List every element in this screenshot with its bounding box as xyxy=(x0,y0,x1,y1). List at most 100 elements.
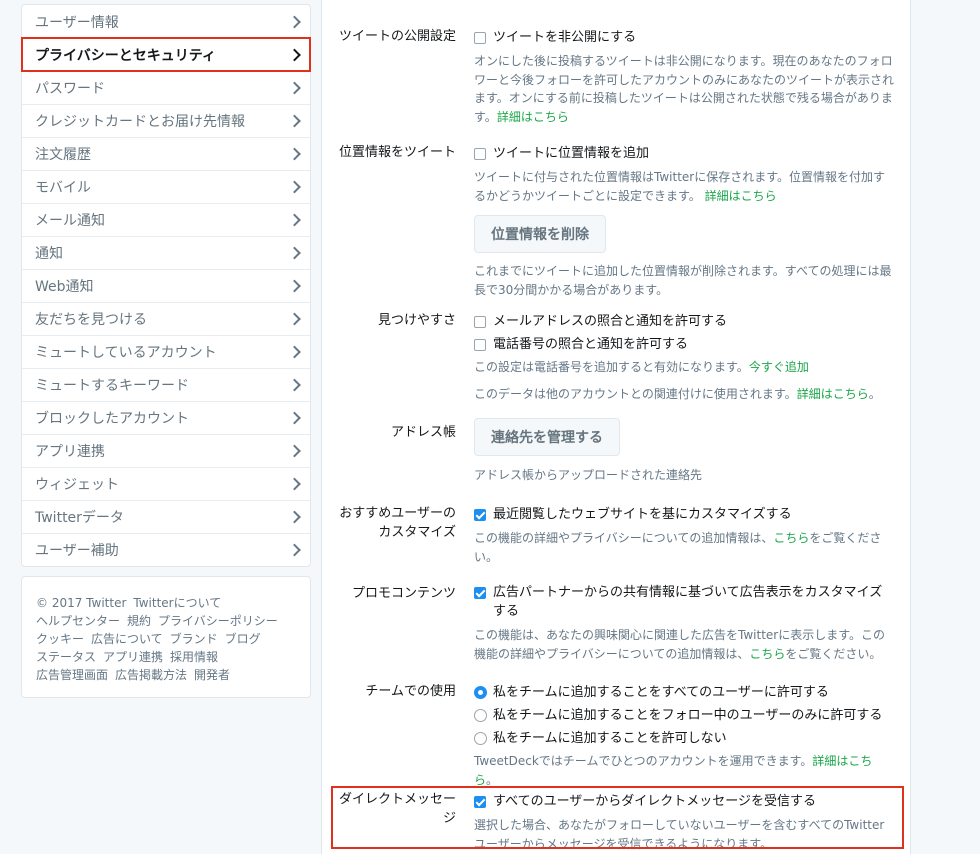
sidebar-item-muted-keywords[interactable]: ミュートするキーワード xyxy=(22,368,310,401)
sidebar-item-account[interactable]: ユーザー情報 xyxy=(22,5,310,38)
teams-all-option[interactable]: 私をチームに追加することをすべてのユーザーに許可する xyxy=(474,681,894,704)
sidebar-item-blocked-accounts[interactable]: ブロックしたアカウント xyxy=(22,401,310,434)
chevron-right-icon xyxy=(288,378,301,392)
help-body: この機能の詳細やプライバシーについての追加情報は、 xyxy=(474,531,774,545)
chevron-right-icon xyxy=(288,345,301,359)
chevron-right-icon xyxy=(288,411,301,425)
option-label: ツイートに位置情報を追加 xyxy=(493,146,650,161)
protect-tweets-checkbox[interactable] xyxy=(474,31,486,44)
sidebar-item-email-notifications[interactable]: メール通知 xyxy=(22,203,310,236)
sidebar-item-twitter-data[interactable]: Twitterデータ xyxy=(22,500,310,533)
phone-discoverability-option[interactable]: 電話番号の照合と通知を許可する xyxy=(474,333,894,356)
email-discoverability-checkbox[interactable] xyxy=(474,315,486,328)
personalize-checkbox[interactable] xyxy=(474,508,486,521)
chevron-right-icon xyxy=(288,312,301,326)
manage-contacts-button[interactable]: 連絡先を管理する xyxy=(474,418,620,456)
sidebar-item-label: メール通知 xyxy=(35,213,105,229)
chevron-right-icon xyxy=(288,15,301,28)
sidebar-item-label: ブロックしたアカウント xyxy=(35,411,189,427)
sidebar-item-mobile[interactable]: モバイル xyxy=(22,170,310,203)
footer-link-jobs[interactable]: 採用情報 xyxy=(170,650,218,664)
learn-more-link[interactable]: 詳細はこちら xyxy=(497,110,569,124)
add-location-checkbox[interactable] xyxy=(474,147,486,160)
chevron-right-icon xyxy=(288,180,301,194)
sidebar-item-web-notifications[interactable]: Web通知 xyxy=(22,269,310,302)
footer-link-ads-info[interactable]: 広告について xyxy=(91,632,163,646)
promoted-option[interactable]: 広告パートナーからの共有情報に基づいて広告表示をカスタマイズする xyxy=(474,583,894,621)
phone-discoverability-checkbox[interactable] xyxy=(474,338,486,351)
footer-link-blog[interactable]: ブログ xyxy=(225,632,261,646)
sidebar-item-label: モバイル xyxy=(35,180,91,196)
teams-none-option[interactable]: 私をチームに追加することを許可しない xyxy=(474,727,894,750)
sidebar-item-label: 友だちを見つける xyxy=(35,312,147,328)
help-body: この設定は電話番号を追加すると有効になります。 xyxy=(474,360,749,374)
footer-link-terms[interactable]: 規約 xyxy=(127,614,151,628)
chevron-right-icon xyxy=(288,48,301,62)
teams-following-radio[interactable] xyxy=(474,709,487,722)
teams-all-radio[interactable] xyxy=(474,686,487,699)
chevron-right-icon xyxy=(288,279,301,293)
section-label: アドレス帳 xyxy=(390,425,456,440)
learn-more-link[interactable]: こちら xyxy=(773,531,809,545)
help-body: TweetDeckではチームでひとつのアカウントを運用できます。 xyxy=(474,754,813,768)
sidebar-item-label: Web通知 xyxy=(35,279,94,295)
add-phone-link[interactable]: 今すぐ追加 xyxy=(749,360,809,374)
footer-link-advertise[interactable]: 広告掲載方法 xyxy=(115,668,187,682)
sidebar-item-label: アプリ連携 xyxy=(35,444,105,460)
sidebar-item-order-history[interactable]: 注文履歴 xyxy=(22,137,310,170)
footer-link-status[interactable]: ステータス xyxy=(36,650,96,664)
section-label: チームでの使用 xyxy=(365,684,456,699)
help-text: TweetDeckではチームでひとつのアカウントを運用できます。詳細はこちら。 xyxy=(474,754,873,787)
sidebar-item-widgets[interactable]: ウィジェット xyxy=(22,467,310,500)
help-text: 選択した場合、あなたがフォローしていないユーザーを含むすべてのTwitterユー… xyxy=(474,818,885,851)
section-label: プロモコンテンツ xyxy=(351,586,456,601)
sidebar-item-payments[interactable]: クレジットカードとお届け先情報 xyxy=(22,104,310,137)
help-text: このデータは他のアカウントとの関連付けに使用されます。詳細はこちら。 xyxy=(474,386,881,401)
section-label: ツイートの公開設定 xyxy=(338,29,456,44)
teams-none-radio[interactable] xyxy=(474,732,487,745)
dm-all-option[interactable]: すべてのユーザーからダイレクトメッセージを受信する xyxy=(474,790,894,813)
sidebar-item-label: ミュートするキーワード xyxy=(35,378,189,394)
sidebar-item-label: Twitterデータ xyxy=(35,510,124,526)
learn-more-link[interactable]: 詳細はこちら xyxy=(797,387,869,401)
sidebar-item-notifications[interactable]: 通知 xyxy=(22,236,310,269)
sidebar-item-label: ウィジェット xyxy=(35,477,119,493)
footer-link-cookies[interactable]: クッキー xyxy=(36,632,84,646)
teams-following-option[interactable]: 私をチームに追加することをフォロー中のユーザーのみに許可する xyxy=(474,704,894,727)
chevron-right-icon xyxy=(288,477,301,491)
help-body: ツイートに付与された位置情報はTwitterに保存されます。位置情報を付加するか… xyxy=(474,170,886,203)
option-label: 私をチームに追加することを許可しない xyxy=(493,731,727,746)
footer-link-ads-manager[interactable]: 広告管理画面 xyxy=(36,668,108,682)
sidebar-item-privacy-security[interactable]: プライバシーとセキュリティ xyxy=(21,37,311,72)
option-label: メールアドレスの照合と通知を許可する xyxy=(493,314,728,329)
chevron-right-icon xyxy=(288,147,301,161)
delete-location-button[interactable]: 位置情報を削除 xyxy=(474,215,606,253)
learn-more-link[interactable]: こちら xyxy=(749,647,785,661)
chevron-right-icon xyxy=(288,114,301,128)
sidebar-item-apps[interactable]: アプリ連携 xyxy=(22,434,310,467)
protect-tweets-option[interactable]: ツイートを非公開にする xyxy=(474,26,894,49)
email-discoverability-option[interactable]: メールアドレスの照合と通知を許可する xyxy=(474,310,894,333)
footer-link-about[interactable]: Twitterについて xyxy=(133,596,221,610)
footer-link-developers[interactable]: 開発者 xyxy=(194,668,230,682)
add-location-option[interactable]: ツイートに位置情報を追加 xyxy=(474,142,894,165)
sidebar-item-password[interactable]: パスワード xyxy=(22,71,310,104)
section-label: おすすめユーザーのカスタマイズ xyxy=(339,506,456,540)
option-label: 私をチームに追加することをすべてのユーザーに許可する xyxy=(493,685,829,700)
learn-more-link[interactable]: 詳細はこちら xyxy=(705,189,777,203)
help-text: この機能は、あなたの興味関心に関連した広告をTwitterに表示します。この機能… xyxy=(474,626,894,663)
sidebar-item-muted-accounts[interactable]: ミュートしているアカウント xyxy=(22,335,310,368)
sidebar-item-label: クレジットカードとお届け先情報 xyxy=(35,114,245,130)
sidebar-item-find-friends[interactable]: 友だちを見つける xyxy=(22,302,310,335)
option-label: 広告パートナーからの共有情報に基づいて広告表示をカスタマイズする xyxy=(493,585,883,619)
footer-link-help[interactable]: ヘルプセンター xyxy=(36,614,120,628)
footer-link-apps[interactable]: アプリ連携 xyxy=(103,650,163,664)
footer-link-privacy[interactable]: プライバシーポリシー xyxy=(158,614,278,628)
promoted-checkbox[interactable] xyxy=(474,587,486,599)
chevron-right-icon xyxy=(288,510,301,524)
personalize-option[interactable]: 最近閲覧したウェブサイトを基にカスタマイズする xyxy=(474,503,894,526)
footer-link-brand[interactable]: ブランド xyxy=(170,632,218,646)
dm-all-checkbox[interactable] xyxy=(474,795,486,808)
section-label: ダイレクトメッセージ xyxy=(338,792,456,826)
sidebar-item-accessibility[interactable]: ユーザー補助 xyxy=(22,533,310,566)
